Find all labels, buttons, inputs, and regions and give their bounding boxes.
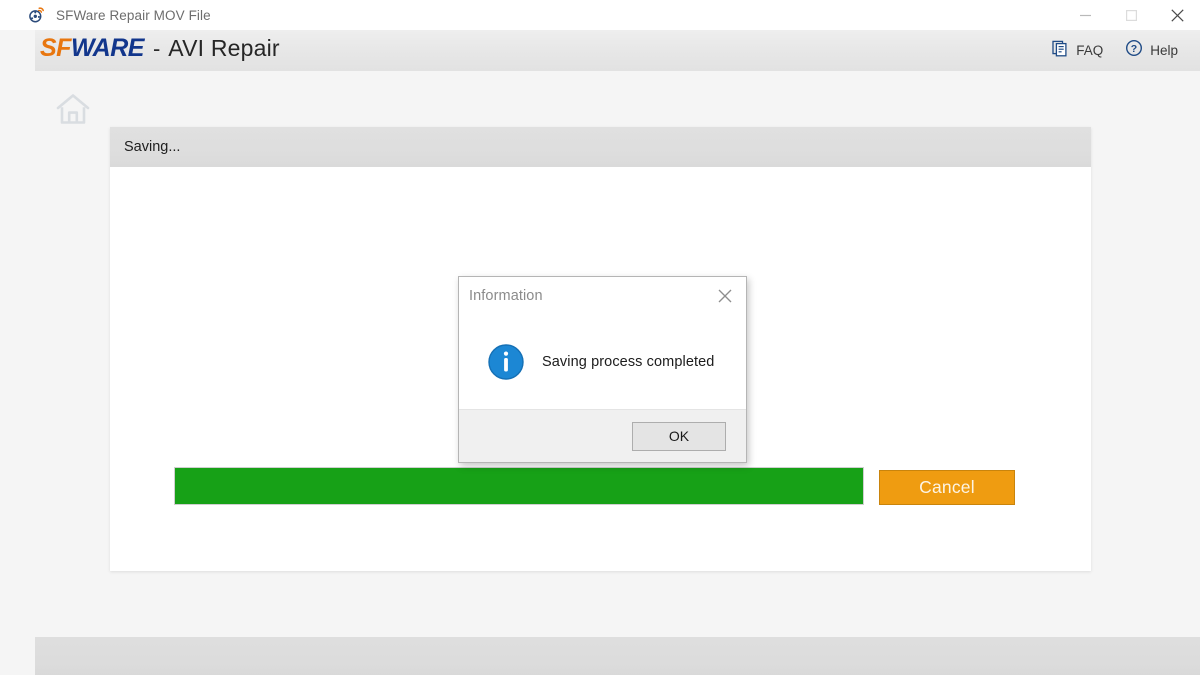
information-dialog: Information Saving process completed OK (458, 276, 747, 463)
window-titlebar: SFWare Repair MOV File (0, 0, 1200, 30)
close-icon[interactable] (1154, 0, 1200, 30)
help-button[interactable]: ? Help (1125, 39, 1178, 62)
film-reel-icon (28, 6, 46, 24)
svg-text:?: ? (1131, 43, 1137, 55)
app-header: SF WARE - AVI Repair FAQ ? Help (35, 30, 1200, 72)
progress-bar-fill (175, 468, 863, 504)
brand-logo: SF WARE - AVI Repair (40, 34, 280, 63)
minimize-icon[interactable] (1062, 0, 1108, 30)
header-actions: FAQ ? Help (1052, 30, 1178, 71)
brand-ware-text: WARE (70, 34, 145, 62)
brand-sf-text: SF (40, 34, 71, 62)
app-window: SFWare Repair MOV File SF WARE - AVI Rep… (0, 0, 1200, 675)
titlebar-left-group: SFWare Repair MOV File (28, 0, 211, 30)
progress-bar (174, 467, 864, 505)
dialog-titlebar: Information (459, 277, 746, 314)
dialog-title: Information (469, 287, 543, 304)
home-icon (53, 94, 93, 133)
faq-button[interactable]: FAQ (1052, 40, 1103, 62)
faq-document-icon (1052, 40, 1069, 62)
faq-label: FAQ (1076, 43, 1104, 58)
dialog-message: Saving process completed (542, 353, 715, 370)
bottom-strip (35, 637, 1200, 675)
maximize-icon[interactable] (1108, 0, 1154, 30)
cancel-button[interactable]: Cancel (879, 470, 1015, 505)
help-label: Help (1150, 43, 1178, 58)
brand-separator: - (152, 36, 161, 61)
window-title: SFWare Repair MOV File (56, 7, 211, 23)
home-button[interactable] (53, 89, 93, 129)
module-title: AVI Repair (168, 35, 280, 61)
panel-title: Saving... (124, 139, 181, 155)
dialog-footer: OK (459, 409, 746, 462)
dialog-close-icon[interactable] (710, 283, 740, 309)
panel-header: Saving... (110, 127, 1091, 167)
help-question-icon: ? (1125, 39, 1143, 62)
ok-button[interactable]: OK (632, 421, 726, 451)
window-controls (1062, 0, 1200, 30)
dialog-content: Saving process completed (459, 314, 746, 409)
info-circle-icon (488, 343, 524, 380)
